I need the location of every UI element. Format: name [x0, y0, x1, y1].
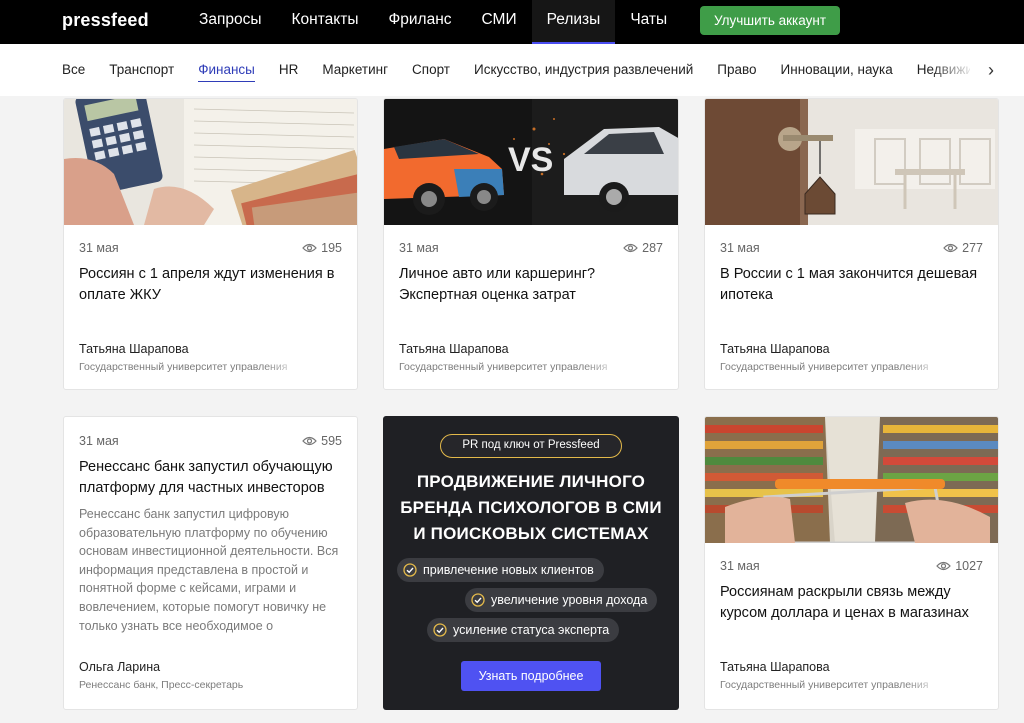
nav-item-requests[interactable]: Запросы	[184, 0, 277, 44]
nav-item-contacts[interactable]: Контакты	[277, 0, 374, 44]
card-meta: 31 мая 195	[79, 241, 342, 257]
promo-point: привлечение новых клиентов	[397, 558, 604, 582]
learn-more-button[interactable]: Узнать подробнее	[461, 661, 601, 691]
promo-title: ПРОДВИЖЕНИЕ ЛИЧНОГО БРЕНДА ПСИХОЛОГОВ В …	[400, 472, 662, 543]
promo-point-label: привлечение новых клиентов	[423, 563, 594, 577]
eye-icon	[943, 243, 958, 253]
card-views: 277	[943, 241, 983, 255]
card-title[interactable]: В России с 1 мая закончится дешевая ипот…	[720, 264, 986, 306]
top-navbar: pressfeed Запросы Контакты Фриланс СМИ Р…	[0, 0, 1024, 44]
card-date: 31 мая	[79, 434, 119, 448]
chevron-right-icon[interactable]: ›	[980, 58, 1002, 82]
nav-item-releases[interactable]: Релизы	[531, 0, 616, 44]
supermarket-cart-image	[705, 417, 998, 543]
card-author: Татьяна Шарапова	[720, 660, 830, 674]
card-date: 31 мая	[720, 559, 760, 573]
promo-point: увеличение уровня дохода	[465, 588, 658, 612]
card-views-count: 287	[642, 241, 663, 255]
card-title[interactable]: Россиян с 1 апреля ждут изменения в опла…	[79, 264, 345, 306]
card-views: 287	[623, 241, 663, 255]
category-fade	[930, 44, 975, 96]
category-hr[interactable]: HR	[267, 44, 311, 96]
card-views-count: 277	[962, 241, 983, 255]
category-innovation[interactable]: Инновации, наука	[769, 44, 905, 96]
promo-point-label: увеличение уровня дохода	[491, 593, 648, 607]
promo-point-label: усиление статуса эксперта	[453, 623, 610, 637]
check-circle-icon	[433, 623, 447, 637]
org-fade	[584, 361, 624, 375]
promo-point: усиление статуса эксперта	[427, 618, 620, 642]
category-all[interactable]: Все	[50, 44, 97, 96]
org-fade	[905, 679, 945, 693]
category-list: Все Транспорт Финансы HR Маркетинг Спорт Искус…	[50, 44, 970, 96]
card-author: Татьяна Шарапова	[720, 342, 830, 356]
card-excerpt: Ренессанс банк запустил цифровую образов…	[79, 507, 339, 633]
svg-text:VS: VS	[508, 141, 553, 179]
check-circle-icon	[403, 563, 417, 577]
org-fade	[264, 361, 304, 375]
card-date: 31 мая	[79, 241, 119, 255]
check-circle-icon	[471, 593, 485, 607]
category-transport[interactable]: Транспорт	[97, 44, 186, 96]
nav-item-freelance[interactable]: Фриланс	[373, 0, 466, 44]
upgrade-account-button[interactable]: Улучшить аккаунт	[700, 6, 840, 35]
card-title[interactable]: Россиянам раскрыли связь между курсом до…	[720, 582, 986, 624]
house-key-image	[705, 99, 998, 225]
category-art[interactable]: Искусство, индустрия развлечений	[462, 44, 705, 96]
release-card[interactable]: 31 мая 1027 Россиянам раскрыли связь меж…	[704, 416, 999, 710]
category-sport[interactable]: Спорт	[400, 44, 462, 96]
card-views: 595	[302, 434, 342, 448]
release-card[interactable]: VS 31 мая 287 Личное авто или каршеринг?…	[383, 98, 679, 390]
eye-icon	[302, 436, 317, 446]
cars-versus-image: VS	[384, 99, 678, 225]
card-date: 31 мая	[399, 241, 439, 255]
release-card[interactable]: 31 мая 277 В России с 1 мая закончится д…	[704, 98, 999, 390]
promo-banner[interactable]: PR под ключ от Pressfeed ПРОДВИЖЕНИЕ ЛИЧ…	[383, 416, 679, 710]
main-nav: Запросы Контакты Фриланс СМИ Релизы Чаты	[184, 0, 682, 44]
card-views: 1027	[936, 559, 983, 573]
card-views-count: 195	[321, 241, 342, 255]
card-date: 31 мая	[720, 241, 760, 255]
card-meta: 31 мая 1027	[720, 559, 983, 575]
card-meta: 31 мая 595	[79, 434, 342, 450]
card-views-count: 595	[321, 434, 342, 448]
eye-icon	[936, 561, 952, 571]
card-meta: 31 мая 287	[399, 241, 663, 257]
card-title[interactable]: Личное авто или каршеринг? Экспертная оц…	[399, 264, 666, 306]
category-finance[interactable]: Финансы	[186, 44, 267, 96]
card-views: 195	[302, 241, 342, 255]
eye-icon	[623, 243, 638, 253]
card-author: Татьяна Шарапова	[79, 342, 189, 356]
card-author: Татьяна Шарапова	[399, 342, 509, 356]
card-views-count: 1027	[955, 559, 983, 573]
release-card[interactable]: 31 мая 195 Россиян с 1 апреля ждут измен…	[63, 98, 358, 390]
card-org: Ренессанс банк, Пресс-секретарь	[79, 679, 244, 691]
promo-tag: PR под ключ от Pressfeed	[440, 434, 622, 458]
card-title[interactable]: Ренессанс банк запустил обучающую платфо…	[79, 457, 345, 499]
nav-item-media[interactable]: СМИ	[467, 0, 532, 44]
category-marketing[interactable]: Маркетинг	[310, 44, 400, 96]
release-card[interactable]: 31 мая 595 Ренессанс банк запустил обуча…	[63, 416, 358, 710]
nav-item-chats[interactable]: Чаты	[615, 0, 682, 44]
pressfeed-logo[interactable]: pressfeed	[62, 10, 149, 31]
calculator-bills-image	[64, 99, 357, 225]
card-author: Ольга Ларина	[79, 660, 161, 674]
org-fade	[905, 361, 945, 375]
card-meta: 31 мая 277	[720, 241, 983, 257]
category-law[interactable]: Право	[705, 44, 768, 96]
category-strip: Все Транспорт Финансы HR Маркетинг Спорт Искус…	[0, 44, 1024, 96]
eye-icon	[302, 243, 317, 253]
